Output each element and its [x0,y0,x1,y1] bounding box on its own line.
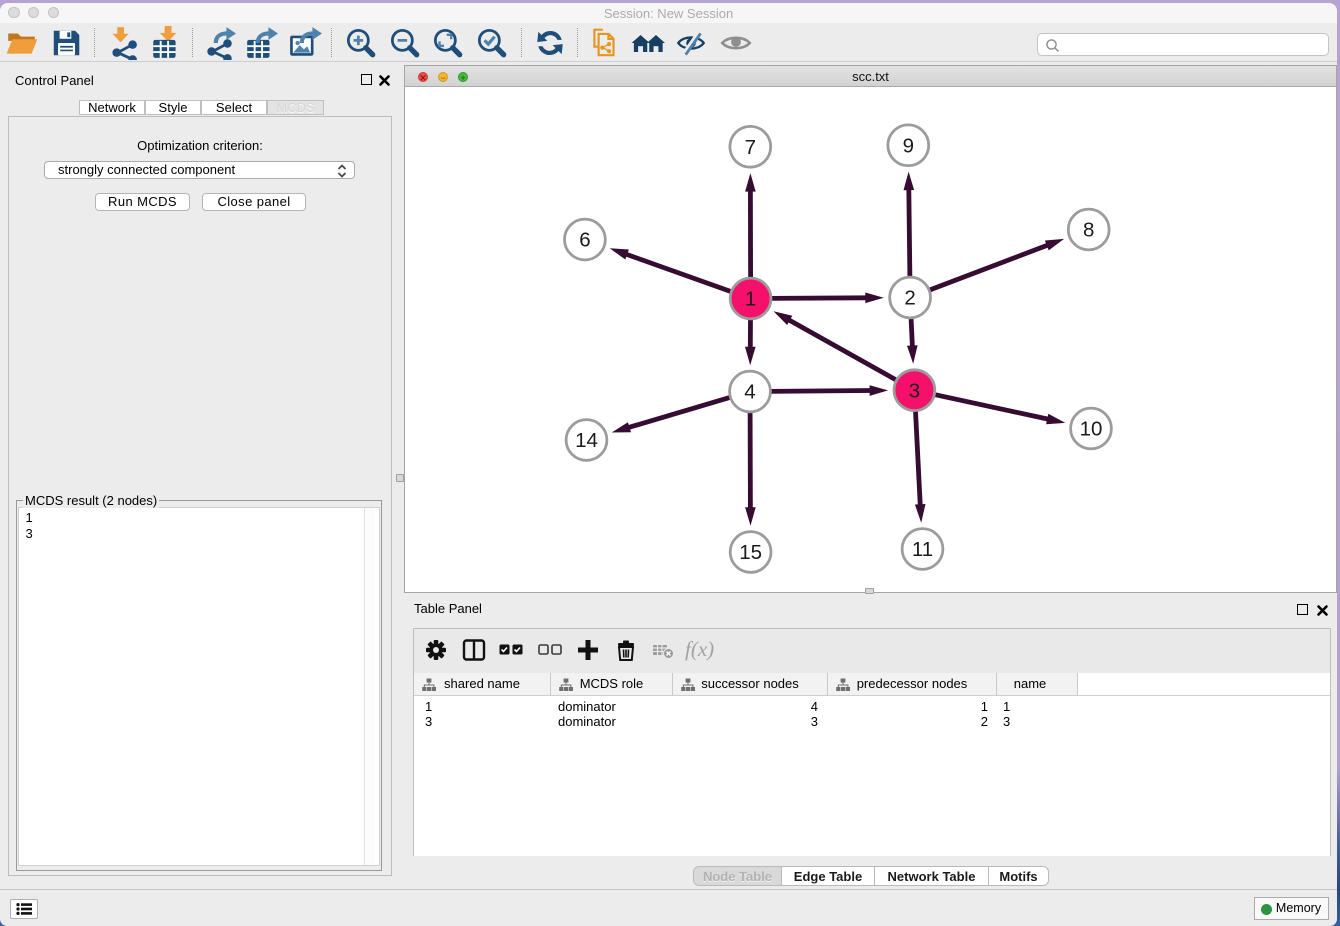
svg-text:4: 4 [744,381,755,404]
svg-text:2: 2 [904,287,915,310]
svg-text:1: 1 [745,288,756,311]
svg-text:8: 8 [1083,219,1094,242]
svg-text:11: 11 [912,538,933,561]
svg-text:3: 3 [909,379,920,402]
svg-text:14: 14 [575,429,598,452]
svg-text:6: 6 [579,229,590,252]
svg-text:9: 9 [903,135,914,158]
svg-text:10: 10 [1080,418,1103,441]
svg-text:7: 7 [745,136,756,159]
svg-text:15: 15 [739,541,762,564]
